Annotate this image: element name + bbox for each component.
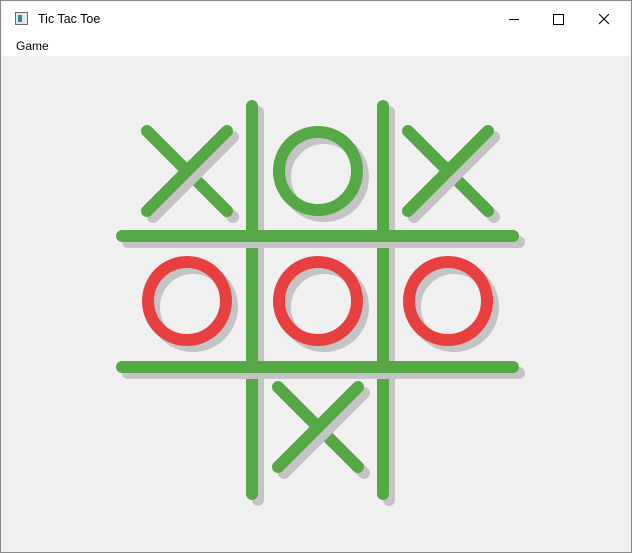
game-board-area[interactable] <box>1 56 631 552</box>
maximize-icon <box>553 14 564 25</box>
window-title: Tic Tac Toe <box>38 12 101 26</box>
close-button[interactable] <box>584 1 630 37</box>
app-window-icon <box>15 12 28 25</box>
menu-game[interactable]: Game <box>9 37 56 56</box>
close-icon <box>598 13 610 25</box>
game-board[interactable] <box>1 56 631 552</box>
app-window: Tic Tac Toe Game <box>0 0 632 553</box>
title-bar[interactable]: Tic Tac Toe <box>1 1 631 37</box>
maximize-button[interactable] <box>538 1 584 37</box>
minimize-button[interactable] <box>492 1 538 37</box>
minimize-icon <box>509 19 519 20</box>
menu-bar: Game <box>1 37 631 56</box>
